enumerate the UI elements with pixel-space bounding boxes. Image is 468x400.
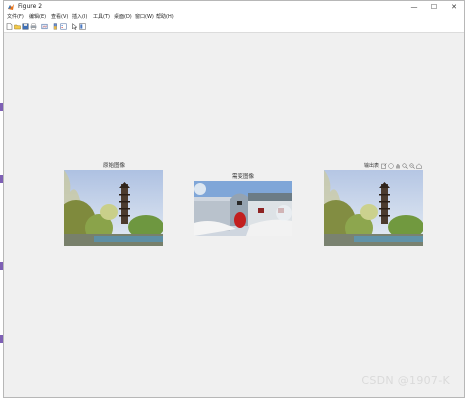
- axes-title-change: 需变图像: [231, 174, 254, 180]
- save-icon[interactable]: [22, 23, 29, 30]
- minimize-button[interactable]: —: [404, 1, 424, 13]
- menu-file[interactable]: 文件(F): [7, 14, 24, 21]
- home-icon[interactable]: [416, 162, 422, 169]
- maximize-button[interactable]: ☐: [424, 1, 444, 13]
- original-image: [64, 170, 163, 246]
- matlab-logo-icon: [8, 4, 14, 10]
- axes-title-original: 原始图像: [102, 163, 125, 169]
- menu-bar: 文件(F) 编辑(E) 查看(V) 插入(I) 工具(T) 桌面(D) 窗口(W…: [4, 13, 464, 22]
- brush-icon[interactable]: [388, 162, 394, 169]
- menu-edit[interactable]: 编辑(E): [29, 14, 46, 21]
- axes-toolbar: 输出表: [364, 162, 422, 169]
- title-bar[interactable]: Figure 2 — ☐ ✕: [4, 1, 464, 13]
- export-icon[interactable]: [381, 162, 387, 169]
- figure-window: Figure 2 — ☐ ✕ 文件(F) 编辑(E) 查看(V) 插入(I) 工…: [3, 0, 465, 398]
- zoom-out-icon[interactable]: [409, 162, 415, 169]
- new-figure-icon[interactable]: [6, 23, 13, 30]
- open-icon[interactable]: [14, 23, 21, 30]
- window-title: Figure 2: [18, 3, 43, 10]
- output-image: [324, 170, 423, 246]
- csdn-watermark: CSDN @1907-K: [361, 374, 450, 387]
- select-arrow-icon[interactable]: [71, 23, 78, 30]
- pan-icon[interactable]: [395, 163, 401, 169]
- property-editor-icon[interactable]: [79, 23, 86, 30]
- figure-toolbar: [4, 22, 464, 33]
- print-icon[interactable]: [30, 23, 37, 30]
- menu-tools[interactable]: 工具(T): [93, 14, 110, 21]
- zoom-in-icon[interactable]: [402, 162, 408, 169]
- insert-colorbar-icon[interactable]: [52, 23, 59, 30]
- insert-legend-icon[interactable]: [60, 23, 67, 30]
- menu-view[interactable]: 查看(V): [51, 14, 68, 21]
- change-image: [194, 181, 292, 236]
- axes-title-output: 输出表: [364, 163, 380, 169]
- link-icon[interactable]: [41, 23, 48, 30]
- close-button[interactable]: ✕: [444, 1, 464, 13]
- menu-window[interactable]: 窗口(W): [135, 14, 154, 21]
- menu-desktop[interactable]: 桌面(D): [114, 14, 132, 21]
- menu-insert[interactable]: 插入(I): [72, 14, 87, 21]
- menu-help[interactable]: 帮助(H): [156, 14, 174, 21]
